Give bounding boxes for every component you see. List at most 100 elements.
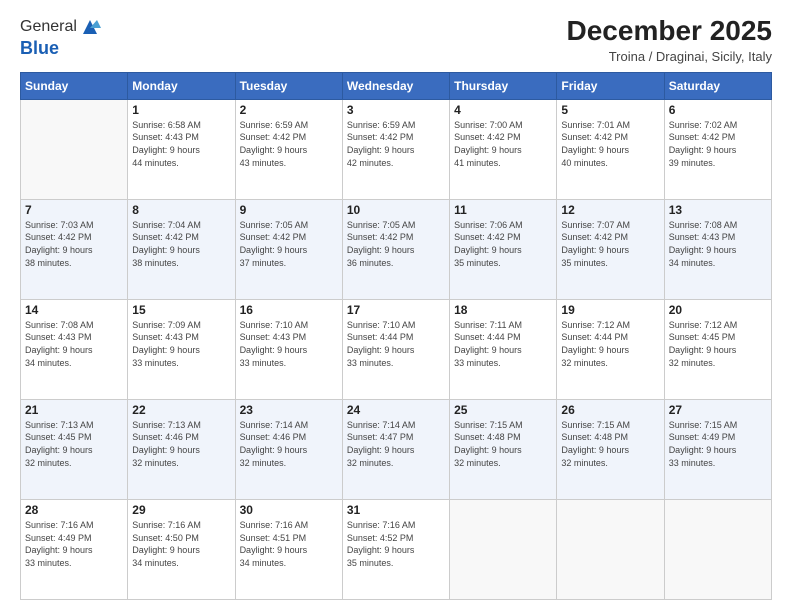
- calendar-cell: 11 Sunrise: 7:06 AMSunset: 4:42 PMDayligh…: [450, 199, 557, 299]
- day-number: 27: [669, 403, 767, 417]
- day-info: Sunrise: 7:12 AMSunset: 4:45 PMDaylight:…: [669, 319, 767, 369]
- day-number: 7: [25, 203, 123, 217]
- weekday-header-thursday: Thursday: [450, 72, 557, 99]
- page: General Blue December 2025 Troina / Drag…: [0, 0, 792, 612]
- day-info: Sunrise: 7:12 AMSunset: 4:44 PMDaylight:…: [561, 319, 659, 369]
- logo-general-text: General: [20, 18, 77, 36]
- calendar-cell: [450, 499, 557, 599]
- calendar-week-row: 1Sunrise: 6:58 AMSunset: 4:43 PMDaylight…: [21, 99, 772, 199]
- day-number: 2: [240, 103, 338, 117]
- day-info: Sunrise: 7:03 AMSunset: 4:42 PMDaylight:…: [25, 219, 123, 269]
- day-info: Sunrise: 7:11 AMSunset: 4:44 PMDaylight:…: [454, 319, 552, 369]
- calendar-table: SundayMondayTuesdayWednesdayThursdayFrid…: [20, 72, 772, 600]
- weekday-header-tuesday: Tuesday: [235, 72, 342, 99]
- calendar-cell: 24 Sunrise: 7:14 AMSunset: 4:47 PMDayligh…: [342, 399, 449, 499]
- day-number: 29: [132, 503, 230, 517]
- day-info: Sunrise: 7:10 AMSunset: 4:43 PMDaylight:…: [240, 319, 338, 369]
- day-info: Sunrise: 7:16 AMSunset: 4:51 PMDaylight:…: [240, 519, 338, 569]
- day-number: 4: [454, 103, 552, 117]
- calendar-cell: 1Sunrise: 6:58 AMSunset: 4:43 PMDaylight…: [128, 99, 235, 199]
- month-title: December 2025: [567, 16, 772, 47]
- calendar-cell: 6 Sunrise: 7:02 AMSunset: 4:42 PMDaylight…: [664, 99, 771, 199]
- calendar-cell: 22 Sunrise: 7:13 AMSunset: 4:46 PMDayligh…: [128, 399, 235, 499]
- calendar-cell: 12 Sunrise: 7:07 AMSunset: 4:42 PMDayligh…: [557, 199, 664, 299]
- calendar-cell: 21 Sunrise: 7:13 AMSunset: 4:45 PMDayligh…: [21, 399, 128, 499]
- day-info: Sunrise: 7:07 AMSunset: 4:42 PMDaylight:…: [561, 219, 659, 269]
- day-info: Sunrise: 7:00 AMSunset: 4:42 PMDaylight:…: [454, 119, 552, 169]
- calendar-cell: 28 Sunrise: 7:16 AMSunset: 4:49 PMDayligh…: [21, 499, 128, 599]
- day-number: 24: [347, 403, 445, 417]
- day-number: 21: [25, 403, 123, 417]
- day-info: Sunrise: 7:14 AMSunset: 4:47 PMDaylight:…: [347, 419, 445, 469]
- day-info: Sunrise: 7:13 AMSunset: 4:46 PMDaylight:…: [132, 419, 230, 469]
- calendar-cell: 4 Sunrise: 7:00 AMSunset: 4:42 PMDaylight…: [450, 99, 557, 199]
- day-number: 6: [669, 103, 767, 117]
- calendar-cell: [557, 499, 664, 599]
- calendar-week-row: 21 Sunrise: 7:13 AMSunset: 4:45 PMDayligh…: [21, 399, 772, 499]
- day-number: 19: [561, 303, 659, 317]
- day-number: 28: [25, 503, 123, 517]
- location: Troina / Draginai, Sicily, Italy: [567, 49, 772, 64]
- day-info: Sunrise: 7:15 AMSunset: 4:48 PMDaylight:…: [454, 419, 552, 469]
- calendar-cell: 25 Sunrise: 7:15 AMSunset: 4:48 PMDayligh…: [450, 399, 557, 499]
- title-section: December 2025 Troina / Draginai, Sicily,…: [567, 16, 772, 64]
- header: General Blue December 2025 Troina / Drag…: [20, 16, 772, 64]
- day-number: 31: [347, 503, 445, 517]
- calendar-cell: 30 Sunrise: 7:16 AMSunset: 4:51 PMDayligh…: [235, 499, 342, 599]
- day-number: 30: [240, 503, 338, 517]
- calendar-cell: 8 Sunrise: 7:04 AMSunset: 4:42 PMDaylight…: [128, 199, 235, 299]
- calendar-cell: 29 Sunrise: 7:16 AMSunset: 4:50 PMDayligh…: [128, 499, 235, 599]
- day-info: Sunrise: 7:05 AMSunset: 4:42 PMDaylight:…: [240, 219, 338, 269]
- calendar-cell: 14 Sunrise: 7:08 AMSunset: 4:43 PMDayligh…: [21, 299, 128, 399]
- day-number: 25: [454, 403, 552, 417]
- calendar-cell: 5Sunrise: 7:01 AMSunset: 4:42 PMDaylight…: [557, 99, 664, 199]
- day-info: Sunrise: 7:06 AMSunset: 4:42 PMDaylight:…: [454, 219, 552, 269]
- day-number: 15: [132, 303, 230, 317]
- logo-blue-text: Blue: [20, 38, 59, 58]
- day-info: Sunrise: 7:10 AMSunset: 4:44 PMDaylight:…: [347, 319, 445, 369]
- day-info: Sunrise: 6:58 AMSunset: 4:43 PMDaylight:…: [132, 119, 230, 169]
- day-number: 14: [25, 303, 123, 317]
- calendar-cell: 20 Sunrise: 7:12 AMSunset: 4:45 PMDayligh…: [664, 299, 771, 399]
- day-info: Sunrise: 7:08 AMSunset: 4:43 PMDaylight:…: [25, 319, 123, 369]
- weekday-header-sunday: Sunday: [21, 72, 128, 99]
- weekday-header-saturday: Saturday: [664, 72, 771, 99]
- calendar-cell: 9 Sunrise: 7:05 AMSunset: 4:42 PMDaylight…: [235, 199, 342, 299]
- day-info: Sunrise: 7:02 AMSunset: 4:42 PMDaylight:…: [669, 119, 767, 169]
- day-number: 11: [454, 203, 552, 217]
- day-info: Sunrise: 7:04 AMSunset: 4:42 PMDaylight:…: [132, 219, 230, 269]
- calendar-week-row: 28 Sunrise: 7:16 AMSunset: 4:49 PMDayligh…: [21, 499, 772, 599]
- calendar-cell: 23 Sunrise: 7:14 AMSunset: 4:46 PMDayligh…: [235, 399, 342, 499]
- day-number: 17: [347, 303, 445, 317]
- calendar-cell: [664, 499, 771, 599]
- calendar-cell: 17 Sunrise: 7:10 AMSunset: 4:44 PMDayligh…: [342, 299, 449, 399]
- day-number: 10: [347, 203, 445, 217]
- day-number: 9: [240, 203, 338, 217]
- day-number: 20: [669, 303, 767, 317]
- day-number: 22: [132, 403, 230, 417]
- calendar-cell: 2 Sunrise: 6:59 AMSunset: 4:42 PMDaylight…: [235, 99, 342, 199]
- calendar-cell: 3Sunrise: 6:59 AMSunset: 4:42 PMDaylight…: [342, 99, 449, 199]
- day-info: Sunrise: 7:14 AMSunset: 4:46 PMDaylight:…: [240, 419, 338, 469]
- day-number: 12: [561, 203, 659, 217]
- calendar-cell: [21, 99, 128, 199]
- day-info: Sunrise: 7:16 AMSunset: 4:50 PMDaylight:…: [132, 519, 230, 569]
- calendar-cell: 26Sunrise: 7:15 AMSunset: 4:48 PMDayligh…: [557, 399, 664, 499]
- day-number: 8: [132, 203, 230, 217]
- calendar-cell: 15 Sunrise: 7:09 AMSunset: 4:43 PMDayligh…: [128, 299, 235, 399]
- calendar-week-row: 14 Sunrise: 7:08 AMSunset: 4:43 PMDayligh…: [21, 299, 772, 399]
- day-info: Sunrise: 7:15 AMSunset: 4:49 PMDaylight:…: [669, 419, 767, 469]
- weekday-header-row: SundayMondayTuesdayWednesdayThursdayFrid…: [21, 72, 772, 99]
- day-info: Sunrise: 6:59 AMSunset: 4:42 PMDaylight:…: [240, 119, 338, 169]
- day-info: Sunrise: 7:16 AMSunset: 4:49 PMDaylight:…: [25, 519, 123, 569]
- calendar-cell: 13Sunrise: 7:08 AMSunset: 4:43 PMDayligh…: [664, 199, 771, 299]
- day-info: Sunrise: 7:05 AMSunset: 4:42 PMDaylight:…: [347, 219, 445, 269]
- day-number: 16: [240, 303, 338, 317]
- day-number: 23: [240, 403, 338, 417]
- day-info: Sunrise: 7:13 AMSunset: 4:45 PMDaylight:…: [25, 419, 123, 469]
- day-info: Sunrise: 7:09 AMSunset: 4:43 PMDaylight:…: [132, 319, 230, 369]
- calendar-cell: 7 Sunrise: 7:03 AMSunset: 4:42 PMDaylight…: [21, 199, 128, 299]
- calendar-cell: 27 Sunrise: 7:15 AMSunset: 4:49 PMDayligh…: [664, 399, 771, 499]
- day-number: 3: [347, 103, 445, 117]
- logo: General Blue: [20, 16, 101, 59]
